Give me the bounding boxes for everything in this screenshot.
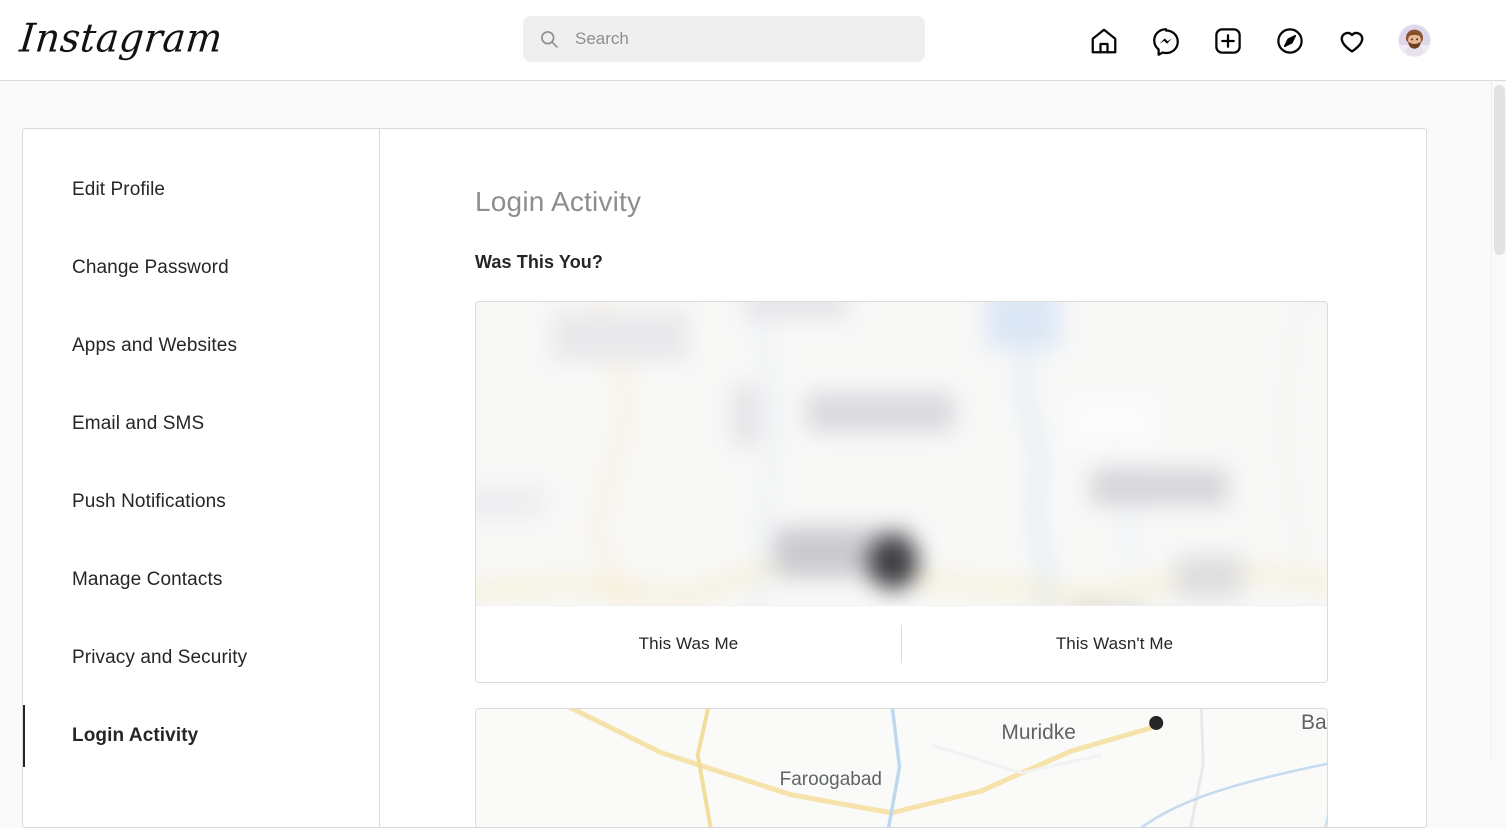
login-activity-card: Bhikhiwind Sa This Was Me This Wasn't Me [475,301,1328,683]
sidebar-item-label: Login Activity [72,725,198,747]
settings-panel: Edit Profile Change Password Apps and We… [22,128,1427,828]
sidebar-item-email-and-sms[interactable]: Email and SMS [23,385,379,463]
login-card-actions: This Was Me This Wasn't Me [476,605,1327,682]
messenger-icon[interactable] [1150,25,1182,57]
map-tiles: Bhikhiwind Sa [476,302,1327,605]
search-icon [539,29,559,49]
instagram-logo[interactable]: Instagram [17,11,225,65]
login-activity-panel: Login Activity Was This You? [381,129,1426,827]
explore-icon[interactable] [1274,25,1306,57]
new-post-icon[interactable] [1212,25,1244,57]
sidebar-item-edit-profile[interactable]: Edit Profile [23,151,379,229]
nav-icon-group [1088,0,1431,81]
map-tiles: Faroogabad Muridke Ba [476,709,1327,828]
page-title: Login Activity [475,187,1426,217]
sidebar-item-apps-and-websites[interactable]: Apps and Websites [23,307,379,385]
sidebar-item-label: Push Notifications [72,491,226,513]
avatar[interactable] [1398,24,1431,57]
page-scrollbar[interactable] [1491,81,1506,760]
sidebar-item-change-password[interactable]: Change Password [23,229,379,307]
sidebar-item-login-activity[interactable]: Login Activity [23,697,379,775]
this-was-me-button[interactable]: This Was Me [476,606,901,682]
home-icon[interactable] [1088,25,1120,57]
sidebar-item-label: Change Password [72,257,229,279]
settings-sidebar: Edit Profile Change Password Apps and We… [23,129,380,827]
sidebar-item-label: Email and SMS [72,413,204,435]
search-bar[interactable] [523,16,925,62]
sidebar-item-label: Edit Profile [72,179,165,201]
sidebar-item-manage-contacts[interactable]: Manage Contacts [23,541,379,619]
sidebar-item-push-notifications[interactable]: Push Notifications [23,463,379,541]
this-wasnt-me-button[interactable]: This Wasn't Me [902,606,1327,682]
section-title: Was This You? [475,252,1426,273]
svg-text:Ba: Ba [1301,711,1327,734]
svg-text:Muridke: Muridke [1001,721,1076,744]
sidebar-item-label: Privacy and Security [72,647,247,669]
sidebar-item-label: Apps and Websites [72,335,237,357]
scrollbar-thumb[interactable] [1494,85,1505,255]
login-location-map-secondary[interactable]: Faroogabad Muridke Ba [476,709,1327,828]
search-input[interactable] [575,29,909,49]
login-activity-card-secondary: Faroogabad Muridke Ba [475,708,1328,828]
login-location-map[interactable]: Bhikhiwind Sa [476,302,1327,605]
sidebar-item-label: Manage Contacts [72,569,222,591]
activity-heart-icon[interactable] [1336,25,1368,57]
sidebar-item-privacy-and-security[interactable]: Privacy and Security [23,619,379,697]
svg-text:Faroogabad: Faroogabad [780,769,882,790]
top-navigation-bar: Instagram [0,0,1506,81]
